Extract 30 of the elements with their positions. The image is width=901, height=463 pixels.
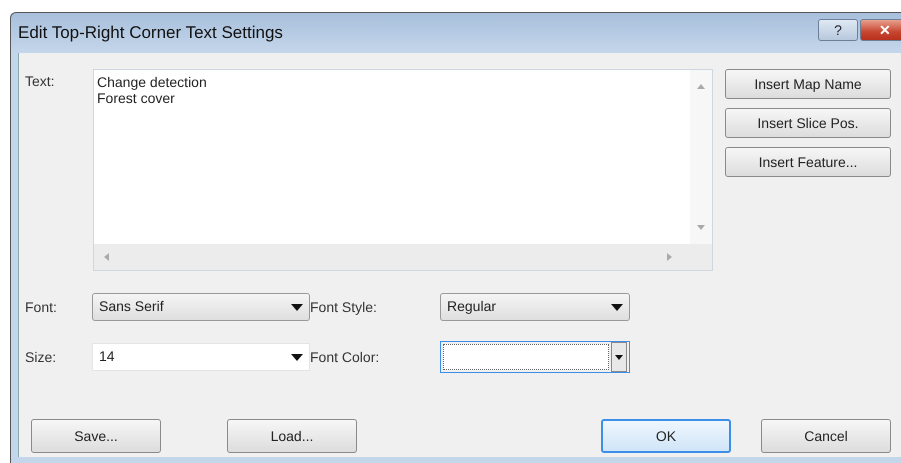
dropdown-arrow-icon [291,304,303,310]
dropdown-arrow-icon [291,354,303,360]
text-area[interactable]: Change detection Forest cover [93,69,713,271]
scroll-up-icon[interactable] [697,84,705,89]
text-line: Forest cover [97,90,176,106]
insert-button[interactable]: Insert Map Name [725,69,891,99]
font-label: Font: [25,299,58,315]
scroll-left-icon[interactable] [104,253,109,261]
window-title: Edit Top-Right Corner Text Settings [18,23,283,43]
size-label: Size: [25,349,58,365]
font-style-label: Font Style: [310,299,378,315]
font-color-label: Font Color: [310,349,380,365]
close-button[interactable]: ✕ [860,19,901,41]
dialog-button[interactable]: Load... [227,419,357,453]
size-dropdown[interactable]: 14 [92,343,310,371]
dialog-button[interactable]: OK [601,419,731,453]
help-button[interactable]: ? [818,19,858,41]
text-line: Change detection [97,74,208,90]
text-label: Text: [25,72,56,89]
dialog-button[interactable]: Cancel [761,419,891,453]
font-style-dropdown[interactable]: Regular [440,293,630,321]
insert-button[interactable]: Insert Feature... [725,147,891,177]
scroll-down-icon[interactable] [697,225,705,230]
font-dropdown[interactable]: Sans Serif [92,293,310,321]
scroll-right-icon[interactable] [667,253,672,261]
dropdown-arrow-icon [615,354,623,360]
dropdown-arrow-icon [611,304,623,310]
insert-button[interactable]: Insert Slice Pos. [725,108,891,138]
dialog-button[interactable]: Save... [31,419,161,453]
font-color-picker[interactable] [440,341,630,373]
